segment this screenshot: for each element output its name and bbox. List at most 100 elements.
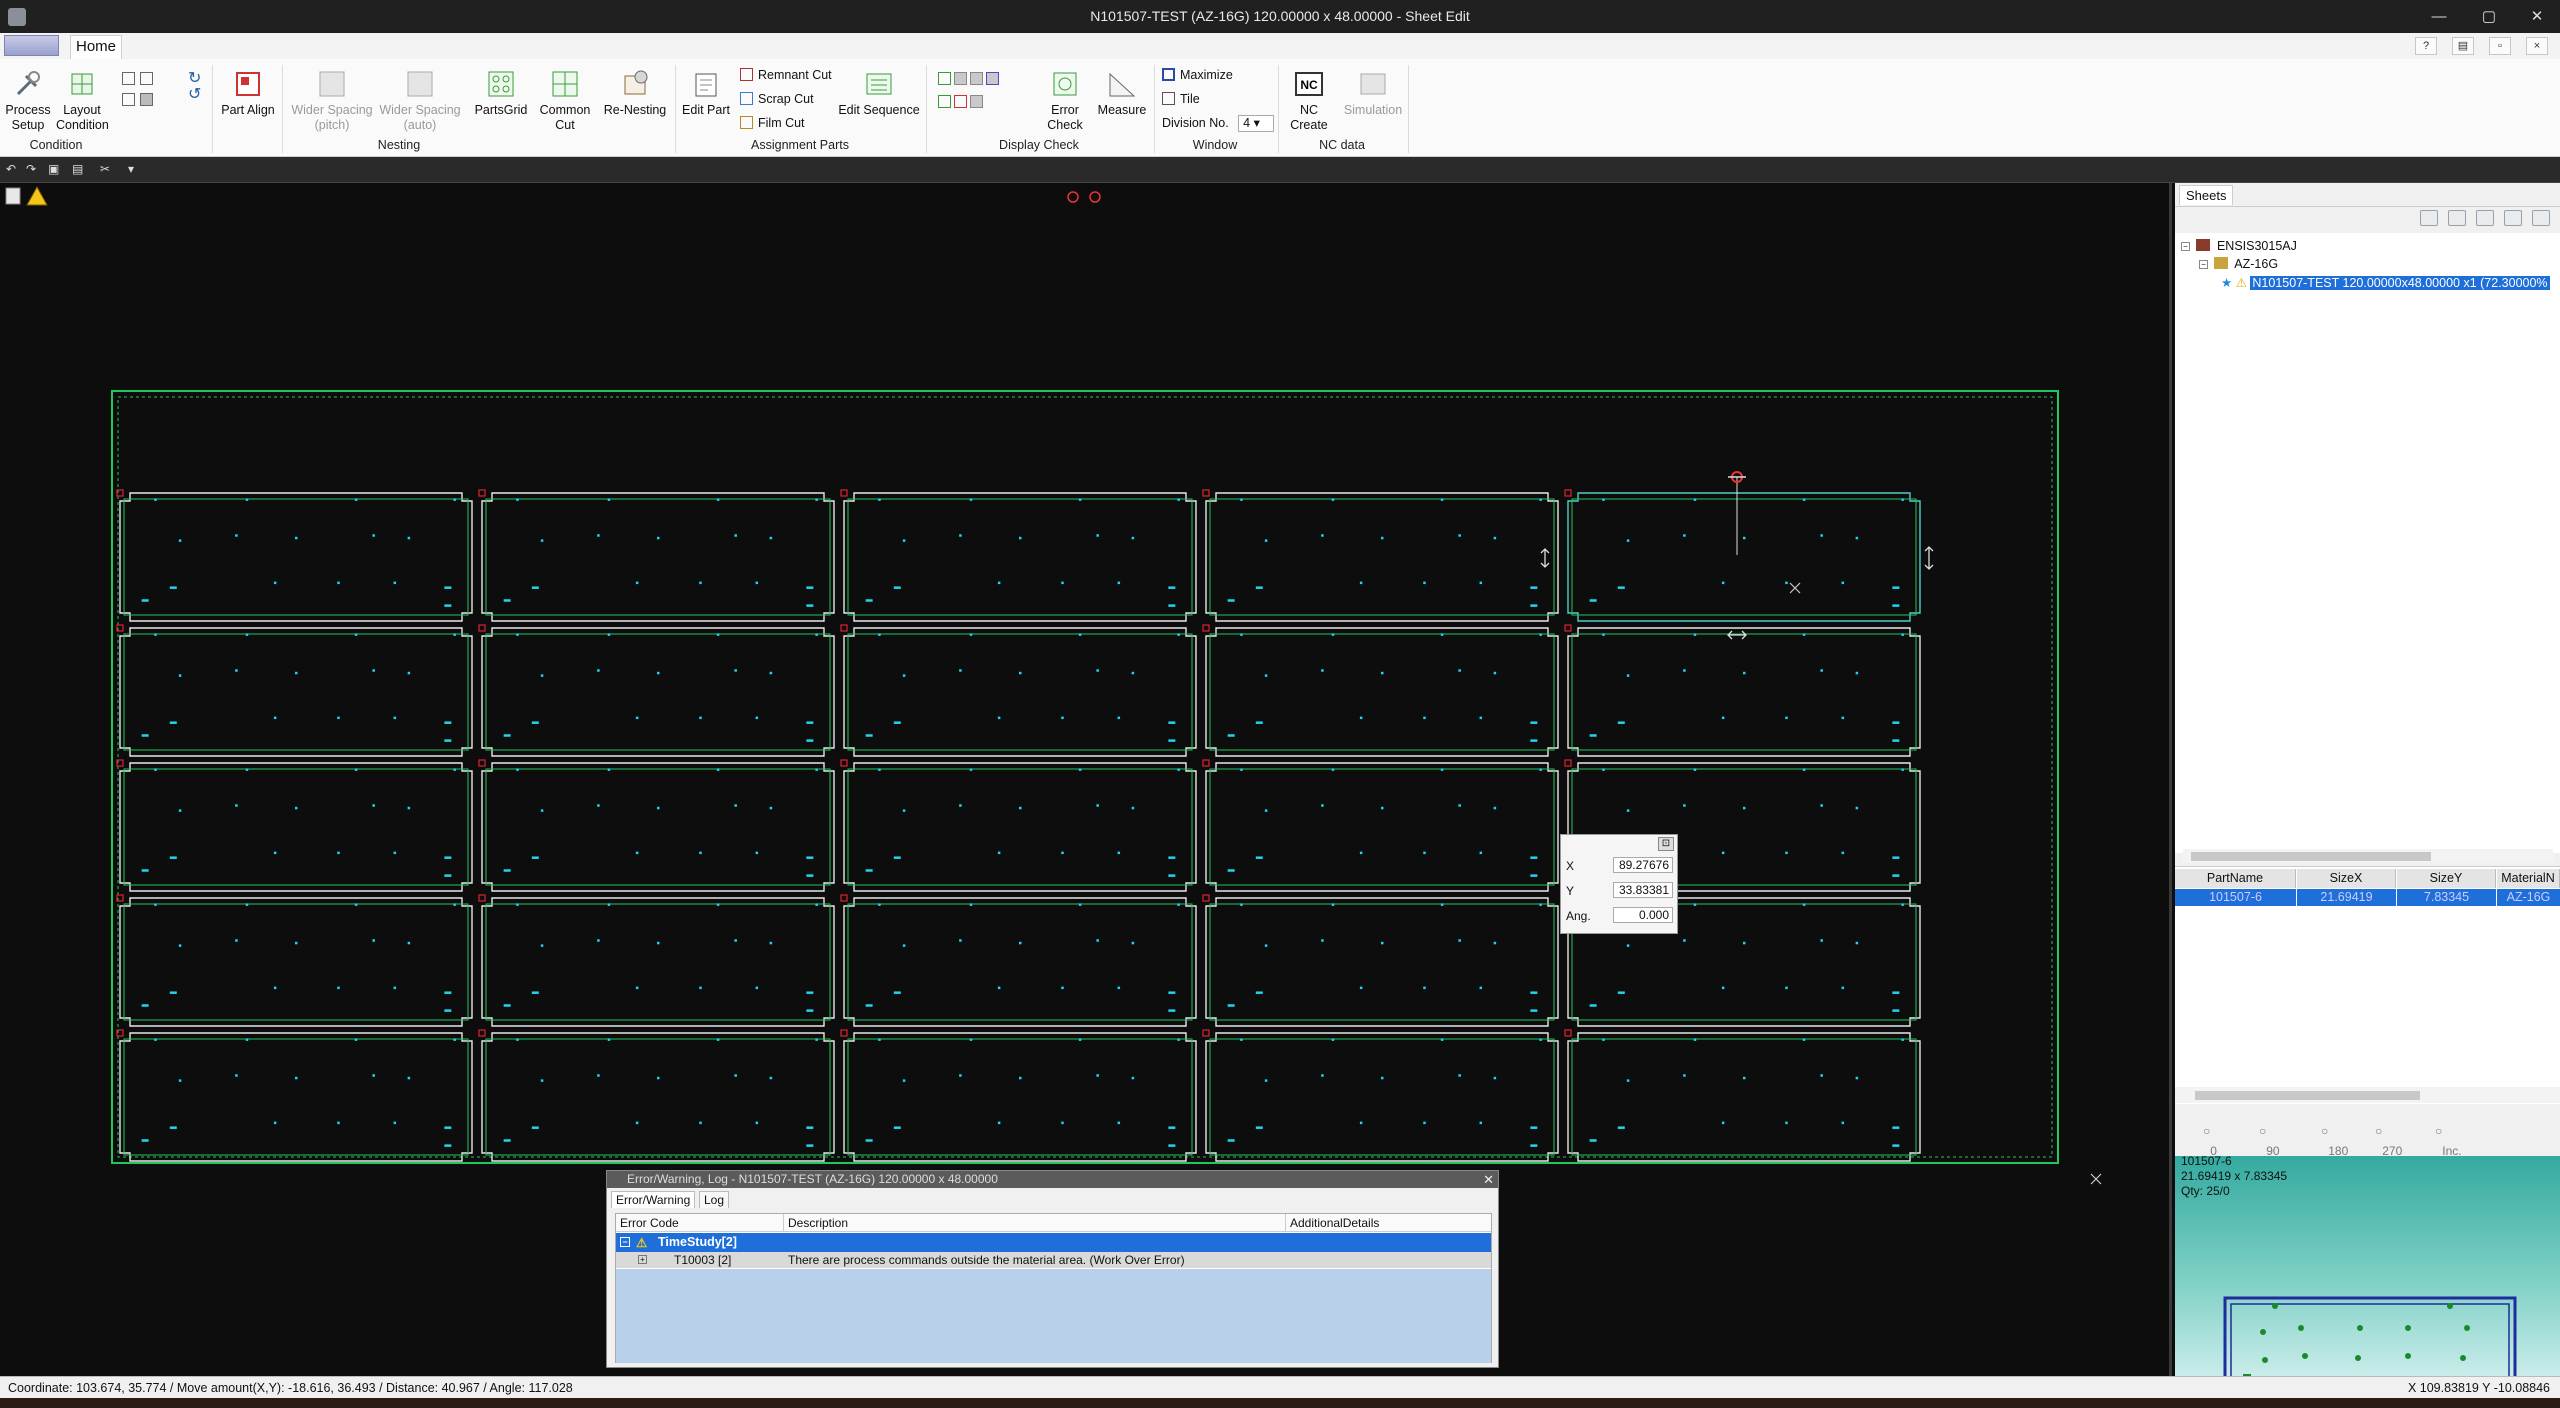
tab-error-warning[interactable]: Error/Warning [611, 1191, 696, 1208]
restore-icon[interactable]: ▫ [2489, 37, 2511, 55]
simulation-button[interactable]: Simulation [1342, 68, 1404, 118]
col-description[interactable]: Description [784, 1214, 1286, 1232]
wider-spacing-pitch-button[interactable]: Wider Spacing (pitch) [286, 68, 378, 133]
maximize-window-button[interactable]: Maximize [1162, 67, 1233, 83]
view-toggle-icons[interactable] [122, 71, 158, 108]
sheet-canvas[interactable]: ⊡ X 89.27676 Y 33.83381 Ang. 0.000 Error… [0, 183, 2172, 1376]
rotation-inc[interactable]: ○ Inc. [2435, 1124, 2462, 1158]
nested-part[interactable] [116, 894, 473, 1027]
nested-part[interactable] [840, 894, 1197, 1027]
nested-part[interactable] [840, 1029, 1197, 1162]
collapse-icon[interactable]: − [620, 1237, 630, 1247]
nested-part[interactable] [478, 894, 835, 1027]
nested-part[interactable] [840, 624, 1197, 757]
part-align-button[interactable]: Part Align [220, 68, 276, 118]
resize-horizontal-icon[interactable] [1727, 630, 1747, 640]
re-nesting-button[interactable]: Re-Nesting [602, 68, 668, 118]
nested-part[interactable] [478, 489, 835, 622]
collapse-icon[interactable]: − [2199, 260, 2208, 269]
error-detail-row[interactable]: + T10003 [2] There are process commands … [616, 1252, 1491, 1268]
resize-vertical-icon[interactable] [1540, 548, 1550, 568]
nested-part[interactable] [478, 759, 835, 892]
remnant-cut-button[interactable]: Remnant Cut [740, 67, 832, 83]
y-input[interactable]: 33.83381 [1613, 882, 1673, 898]
panel-tool-icon-1[interactable] [2420, 210, 2438, 226]
parts-scrollbar[interactable] [2175, 1087, 2560, 1103]
maximize-button[interactable]: ▢ [2464, 0, 2514, 33]
expand-icon[interactable]: + [638, 1255, 647, 1264]
resize-vertical-icon[interactable] [1924, 546, 1934, 570]
film-cut-button[interactable]: Film Cut [740, 115, 805, 131]
col-sizex[interactable]: SizeX [2297, 869, 2396, 888]
nested-part[interactable] [478, 1029, 835, 1162]
wider-spacing-auto-button[interactable]: Wider Spacing (auto) [376, 68, 464, 133]
pin-icon[interactable]: ⊡ [1658, 837, 1674, 851]
undo-icon[interactable]: ↶ [6, 162, 20, 176]
dialog-close-icon[interactable]: ✕ [1483, 1171, 1494, 1188]
tree-scrollbar[interactable] [2183, 849, 2553, 863]
layout-condition-button[interactable]: Layout Condition [56, 68, 109, 133]
rotation-270[interactable]: ○ 270 [2375, 1124, 2402, 1158]
x-input[interactable]: 89.27676 [1613, 857, 1673, 873]
nested-part[interactable] [1564, 624, 1921, 757]
tile-window-button[interactable]: Tile [1162, 91, 1200, 107]
cell-sizex[interactable]: 21.69419 [2297, 889, 2396, 906]
zoom-in-icon[interactable] [1089, 191, 1101, 203]
col-material[interactable]: MaterialN [2497, 869, 2560, 888]
scrap-cut-button[interactable]: Scrap Cut [740, 91, 814, 107]
panel-tool-icon-3[interactable] [2476, 210, 2494, 226]
nested-part[interactable] [1202, 1029, 1559, 1162]
zoom-out-icon[interactable] [1067, 191, 1079, 203]
warning-icon[interactable] [26, 185, 48, 206]
tab-sheets[interactable]: Sheets [2179, 185, 2234, 205]
customize-icon[interactable]: ▾ [128, 162, 142, 176]
rotation-180[interactable]: ○ 180 [2321, 1124, 2348, 1158]
minimize-button[interactable]: — [2414, 0, 2464, 33]
edit-sequence-button[interactable]: Edit Sequence [836, 68, 922, 118]
col-partname[interactable]: PartName [2175, 869, 2296, 888]
cell-partname[interactable]: 101507-6 [2175, 889, 2296, 906]
redo-icon[interactable]: ↷ [26, 162, 40, 176]
nested-part[interactable] [1202, 759, 1559, 892]
common-cut-button[interactable]: Common Cut [536, 68, 594, 133]
nested-part[interactable] [840, 489, 1197, 622]
rotation-0[interactable]: ○ 0 [2203, 1124, 2217, 1158]
error-check-button[interactable]: Error Check [1040, 68, 1090, 133]
app-menu-button[interactable] [4, 35, 59, 56]
nested-part[interactable] [1202, 894, 1559, 1027]
nested-part[interactable] [1202, 489, 1559, 622]
panel-icon[interactable]: ▤ [2452, 37, 2474, 55]
tree-node-material[interactable]: − AZ-16G [2199, 257, 2278, 271]
division-no-select[interactable]: 4 ▾ [1238, 115, 1275, 132]
tree-node-sheet[interactable]: ★ ⚠ N101507-TEST 120.00000x48.00000 x1 (… [2221, 275, 2550, 290]
close-button[interactable]: ✕ [2512, 0, 2560, 33]
cell-material[interactable]: AZ-16G [2497, 889, 2560, 906]
tab-log[interactable]: Log [699, 1191, 730, 1208]
error-group-row[interactable]: − ⚠ TimeStudy[2] [616, 1233, 1491, 1252]
panel-tool-icon-4[interactable] [2504, 210, 2522, 226]
nested-part[interactable] [1564, 1029, 1921, 1162]
rotation-90[interactable]: ○ 90 [2259, 1124, 2280, 1158]
measure-button[interactable]: Measure [1094, 68, 1150, 118]
col-error-code[interactable]: Error Code [616, 1214, 784, 1232]
edit-icon[interactable] [5, 187, 21, 205]
nested-part[interactable] [116, 489, 473, 622]
tab-home[interactable]: Home [70, 35, 122, 59]
print-icon[interactable]: ▣ [48, 162, 62, 176]
nc-create-button[interactable]: NC NC Create [1280, 68, 1338, 133]
nested-part[interactable] [116, 1029, 473, 1162]
panel-tool-icon-5[interactable] [2532, 210, 2550, 226]
process-setup-button[interactable]: Process Setup [4, 68, 52, 133]
nested-part[interactable] [478, 624, 835, 757]
col-additional-details[interactable]: AdditionalDetails [1286, 1214, 1491, 1232]
tree-node-machine[interactable]: − ENSIS3015AJ [2181, 239, 2297, 253]
close-ribbon-icon[interactable]: × [2526, 37, 2548, 55]
parts-grid-button[interactable]: PartsGrid [470, 68, 532, 118]
save-icon[interactable]: ▤ [72, 162, 86, 176]
nested-part[interactable] [1564, 489, 1921, 622]
angle-input[interactable]: 0.000 [1613, 907, 1673, 923]
display-toggle-icons[interactable] [938, 71, 1004, 110]
nested-part[interactable] [1202, 624, 1559, 757]
help-icon[interactable]: ? [2415, 37, 2437, 55]
edit-part-button[interactable]: Edit Part [680, 68, 732, 118]
